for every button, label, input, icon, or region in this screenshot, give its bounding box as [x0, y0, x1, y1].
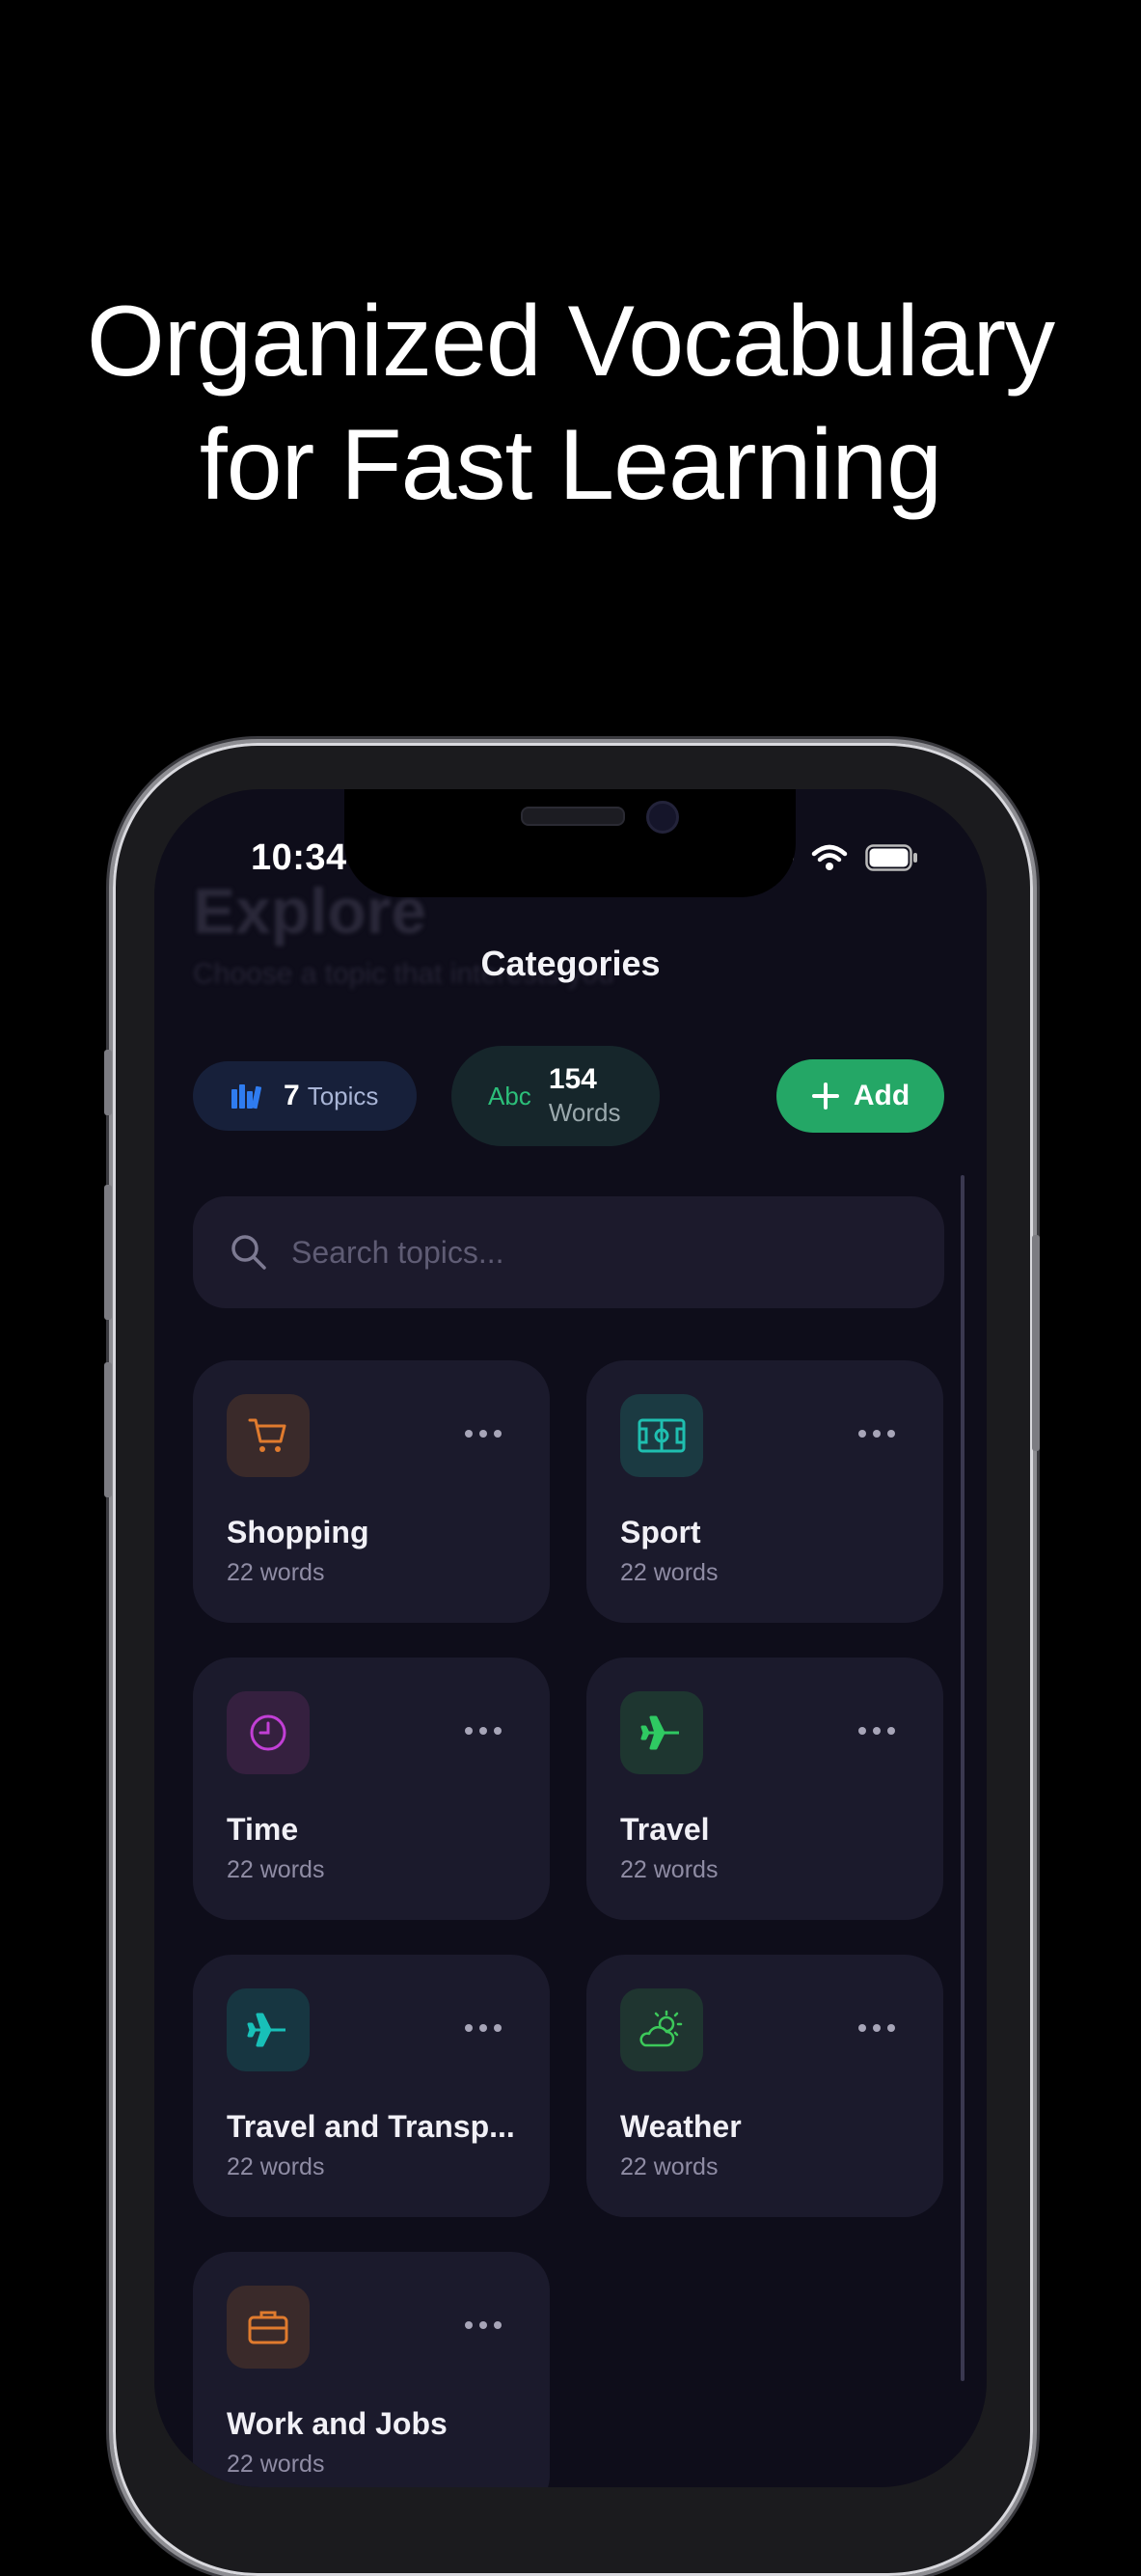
headline-line-1: Organized Vocabulary	[86, 286, 1055, 397]
category-word-count: 22 words	[227, 2451, 325, 2478]
more-options-icon[interactable]	[858, 1727, 895, 1735]
phone-notch	[344, 789, 796, 897]
category-title: Work and Jobs	[227, 2406, 448, 2441]
category-word-count: 22 words	[620, 1559, 719, 1586]
topics-label: Topics	[307, 1082, 379, 1110]
category-icon-box	[227, 1691, 310, 1774]
category-icon-box	[227, 1394, 310, 1477]
books-icon	[231, 1084, 262, 1110]
plane-icon	[247, 2013, 285, 2047]
search-input[interactable]	[289, 1233, 872, 1272]
category-word-count: 22 words	[227, 2153, 325, 2180]
category-card-time[interactable]: Time 22 words	[193, 1658, 550, 1920]
plus-icon	[811, 1082, 839, 1110]
more-options-icon[interactable]	[858, 2024, 895, 2032]
search-icon	[231, 1235, 266, 1270]
category-word-count: 22 words	[227, 1856, 325, 1883]
category-word-count: 22 words	[227, 1559, 325, 1586]
category-card-shopping[interactable]: Shopping 22 words	[193, 1360, 550, 1623]
category-card-weather[interactable]: Weather 22 words	[586, 1955, 943, 2217]
category-icon-box	[620, 1691, 703, 1774]
headline: Organized Vocabulary for Fast Learning	[0, 280, 1141, 527]
more-options-icon[interactable]	[465, 1727, 502, 1735]
partly-cloudy-icon	[639, 2010, 683, 2047]
add-button-label: Add	[853, 1080, 910, 1111]
category-card-travel[interactable]: Travel 22 words	[586, 1658, 943, 1920]
category-icon-box	[620, 1394, 703, 1477]
category-title: Sport	[620, 1515, 701, 1549]
category-icon-box	[227, 1988, 310, 2071]
words-count: 154	[548, 1063, 597, 1095]
clock-icon	[250, 1714, 286, 1751]
topics-count-badge: 7 Topics	[193, 1061, 417, 1131]
category-title: Weather	[620, 2109, 742, 2144]
category-card-sport[interactable]: Sport 22 words	[586, 1360, 943, 1623]
category-title: Shopping	[227, 1515, 369, 1549]
more-options-icon[interactable]	[858, 1430, 895, 1438]
battery-icon	[865, 844, 917, 871]
category-title: Travel and Transp...	[227, 2109, 515, 2144]
more-options-icon[interactable]	[465, 1430, 502, 1438]
scrollbar[interactable]	[961, 1175, 964, 2381]
headline-line-2: for Fast Learning	[199, 409, 942, 521]
power-button	[1032, 1235, 1040, 1451]
abc-icon: Abc	[488, 1081, 531, 1110]
more-options-icon[interactable]	[465, 2321, 502, 2329]
search-bar[interactable]	[193, 1196, 944, 1308]
category-icon-box	[620, 1988, 703, 2071]
category-word-count: 22 words	[620, 2153, 719, 2180]
category-icon-box	[227, 2286, 310, 2369]
volume-up-button	[104, 1185, 112, 1320]
field-icon	[638, 1418, 686, 1453]
page-title: Categories	[480, 944, 661, 983]
cart-icon	[248, 1418, 286, 1452]
front-camera	[646, 801, 679, 834]
more-options-icon[interactable]	[465, 2024, 502, 2032]
add-topic-button[interactable]: Add	[776, 1059, 944, 1133]
status-time: 10:34	[251, 837, 347, 878]
briefcase-icon	[248, 2311, 288, 2344]
wifi-icon	[811, 844, 848, 870]
mute-switch	[104, 1050, 112, 1115]
words-count-badge: Abc 154 Words	[451, 1046, 660, 1146]
category-title: Travel	[620, 1812, 710, 1847]
plane-icon	[640, 1715, 679, 1750]
volume-down-button	[104, 1362, 112, 1497]
earpiece-speaker	[521, 807, 625, 826]
topics-count: 7	[284, 1080, 300, 1111]
category-title: Time	[227, 1812, 299, 1847]
category-card-travel-and-transport[interactable]: Travel and Transp... 22 words	[193, 1955, 550, 2217]
words-label: Words	[548, 1098, 621, 1127]
category-word-count: 22 words	[620, 1856, 719, 1883]
category-card-work-and-jobs[interactable]: Work and Jobs 22 words	[193, 2252, 550, 2487]
app-screen: Explore Choose a topic that interests yo…	[154, 789, 987, 2487]
